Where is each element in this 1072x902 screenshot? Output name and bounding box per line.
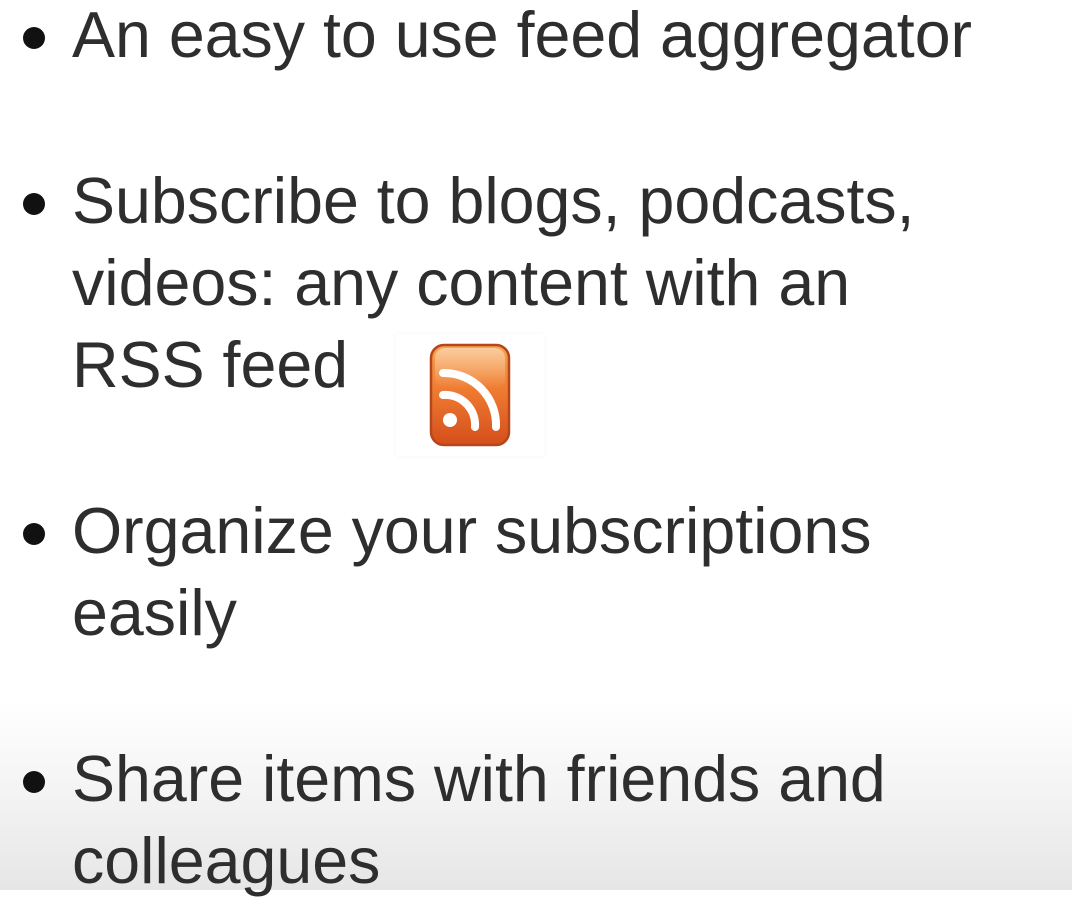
bullet-text: Share items with friends and colleagues — [72, 738, 1067, 902]
bullet-line: Subscribe to blogs, podcasts, — [72, 165, 915, 237]
bullet-line: An easy to use feed aggregator — [72, 0, 973, 71]
bullet-line: easily — [72, 577, 237, 649]
bullet-text: Organize your subscriptions easily — [72, 490, 1067, 654]
bullet-line: Share items with friends and — [72, 743, 886, 815]
rss-feed-icon — [429, 343, 511, 447]
bullet-dot — [23, 771, 45, 793]
bullet-text: Subscribe to blogs, podcasts, videos: an… — [72, 160, 1067, 406]
bullet-dot — [23, 193, 45, 215]
bullet-line: Organize your subscriptions — [72, 495, 872, 567]
bullet-line: RSS feed — [72, 329, 349, 401]
bullet-dot — [23, 523, 45, 545]
slide: An easy to use feed aggregator Subscribe… — [0, 0, 1072, 897]
bullet-text: An easy to use feed aggregator — [72, 0, 1067, 76]
bullet-line: videos: any content with an — [72, 247, 851, 319]
bullet-dot — [23, 27, 45, 49]
